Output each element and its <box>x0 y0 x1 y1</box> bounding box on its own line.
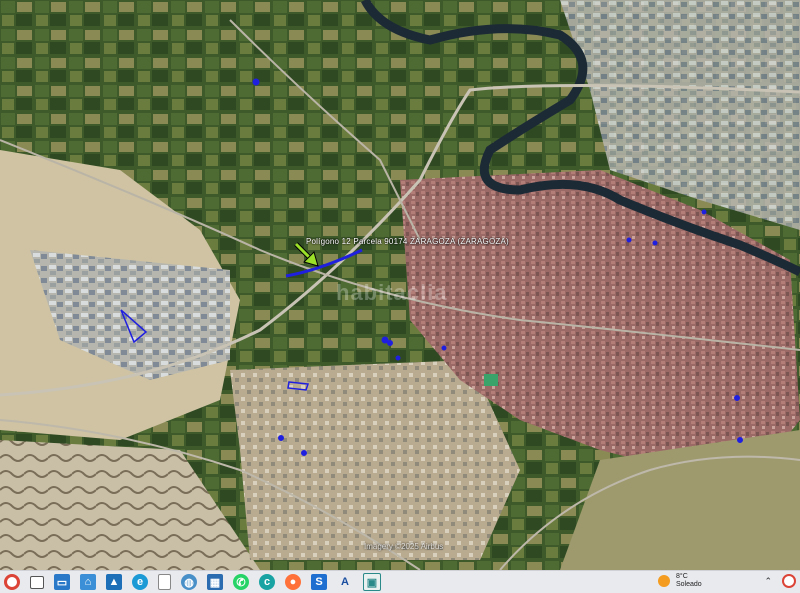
satellite-map[interactable]: Polígono 12 Parcela 90174 ZARAGOZA (ZARA… <box>0 0 800 570</box>
chevron-up-icon[interactable]: ⌃ <box>764 576 772 587</box>
parcel-dot[interactable] <box>387 340 393 346</box>
viewer-icon[interactable]: ▣ <box>363 573 381 591</box>
archicad-icon[interactable]: A <box>337 574 353 590</box>
green-field <box>484 374 498 386</box>
photos-icon[interactable]: ▲ <box>106 574 122 590</box>
parcel-dot[interactable] <box>278 435 284 441</box>
weather-condition: Soleado <box>676 581 702 588</box>
watermark: habitaclia <box>336 280 448 305</box>
sun-icon <box>658 575 670 587</box>
globe-icon[interactable]: ◍ <box>181 574 197 590</box>
desktop-icon[interactable] <box>30 575 44 589</box>
map-attribution: Imagery ©2025 Airbus <box>364 542 444 551</box>
parcel-dot[interactable] <box>734 395 740 401</box>
weather-temperature: 8°C <box>676 573 688 580</box>
system-tray: ⌃ <box>764 574 796 588</box>
weather-widget[interactable]: 8°C Soleado <box>658 573 702 589</box>
copilot-icon[interactable]: c <box>259 574 275 590</box>
calculator-icon[interactable]: ▦ <box>207 574 223 590</box>
sketchup-icon[interactable]: S <box>311 574 327 590</box>
parcel-label: Polígono 12 Parcela 90174 ZARAGOZA (ZARA… <box>306 237 509 246</box>
whatsapp-icon[interactable]: ✆ <box>233 574 249 590</box>
firefox-icon[interactable]: ● <box>285 574 301 590</box>
network-icon[interactable]: ⌂ <box>80 574 96 590</box>
chrome-tray-icon[interactable] <box>782 574 796 588</box>
parcel-dot[interactable] <box>395 355 401 361</box>
parcel-dot[interactable] <box>252 78 260 86</box>
parcel-dot[interactable] <box>652 240 658 246</box>
parcel-dot[interactable] <box>737 437 743 443</box>
parcel-dot[interactable] <box>626 237 632 243</box>
file-icon[interactable] <box>158 574 171 590</box>
explorer-icon[interactable]: ▭ <box>54 574 70 590</box>
taskbar: ▭ ⌂ ▲ e ◍ ▦ ✆ c ● S A ▣ 8°C Soleado ⌃ <box>0 570 800 593</box>
parcel-dot[interactable] <box>441 345 447 351</box>
parcel-dot[interactable] <box>301 450 307 456</box>
edge-icon[interactable]: e <box>132 574 148 590</box>
parcel-dot[interactable] <box>701 209 707 215</box>
parcel-dot[interactable] <box>381 336 389 344</box>
chrome-icon[interactable] <box>4 574 20 590</box>
